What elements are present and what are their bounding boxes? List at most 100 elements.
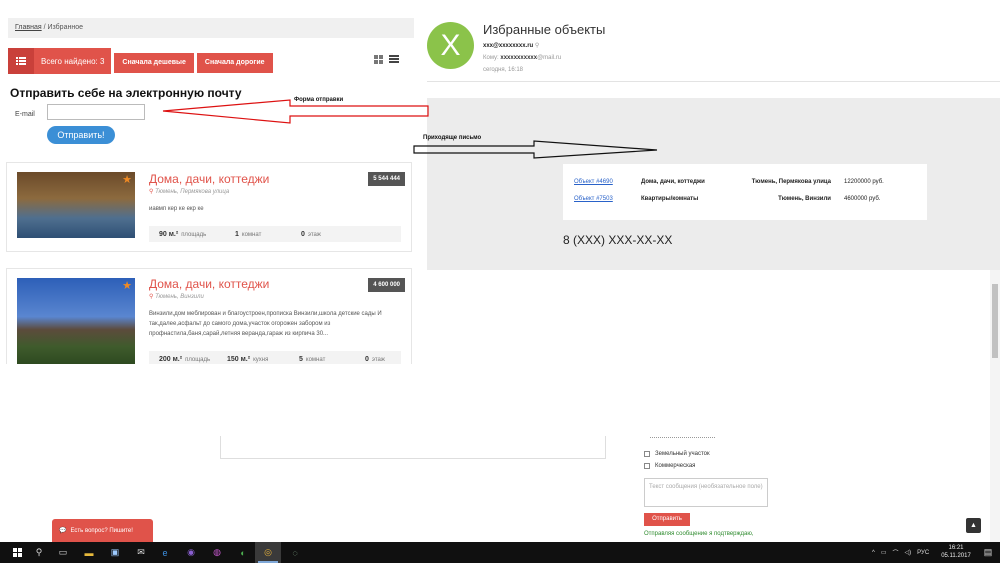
divider [605,436,606,458]
location-pin-icon: ⚲ [149,294,154,300]
incoming-annotation-label: Приходяще письмо [423,135,482,141]
object-link[interactable]: Объект #4690 [574,179,613,185]
mail-icon[interactable]: ✉ [128,542,154,563]
network-icon[interactable]: ▭ [881,549,887,556]
stat-label: площадь [181,231,207,238]
object-price: 4600000 руб. [844,196,881,202]
object-type: Квартиры/комнаты [641,196,699,202]
email-phone: 8 (XXX) XXX-XX-XX [563,233,673,247]
stat-label: этаж [307,231,321,238]
favorite-star-icon[interactable]: ★ [122,173,132,186]
checkbox-box[interactable] [644,463,650,469]
sort-cheap-button[interactable]: Сначала дешевые [114,53,194,73]
stat-value: 90 м.² [159,230,179,238]
breadcrumb: Главная / Избранное [8,18,414,38]
object-price: 12200000 руб. [844,179,884,185]
listing-card[interactable]: ★ Дома, дачи, коттеджи ⚲ Тюмень, Пермяко… [6,162,412,252]
email-from: xxx@xxxxxxxx.ru ⚲ [483,42,539,49]
listing-title[interactable]: Дома, дачи, коттеджи [149,277,269,291]
listing-card[interactable]: ★ Дома, дачи, коттеджи ⚲ Тюмень, Винзили… [6,268,412,364]
chevron-up-icon[interactable]: ^ [872,550,875,556]
favorite-star-icon[interactable]: ★ [122,279,132,292]
stat-area: 90 м.² площадь [159,231,235,238]
file-explorer-icon[interactable]: ▬ [76,542,102,563]
form-annotation-label: Форма отправки [294,97,344,103]
utorrent-icon[interactable]: ◐ [230,542,256,563]
app-icon[interactable]: ◌ [282,542,308,563]
language-indicator[interactable]: РУС [917,550,929,556]
stat-value: 150 м.² [227,355,251,363]
clock-time: 16:21 [948,545,964,551]
message-textarea[interactable]: Текст сообщения (необязательное поле) [644,478,768,507]
object-address: Тюмень, Винзили [778,196,831,202]
stat-floor: 0 этаж [365,356,385,363]
checkbox-box[interactable] [644,451,650,457]
table-row: Объект #7503 Квартиры/комнаты Тюмень, Ви… [563,196,927,208]
stat-value: 200 м.² [159,355,183,363]
messenger-icon[interactable]: ◍ [204,542,230,563]
taskbar-clock[interactable]: 16:21 05.11.2017 [938,544,974,560]
email-from-address[interactable]: xxx@xxxxxxxx.ru [483,43,533,49]
store-icon[interactable]: ▣ [102,542,128,563]
stat-label: комнат [305,356,326,363]
chat-bubble-icon: 💬 [59,528,67,534]
object-address: Тюмень, Пермякова улица [751,179,831,185]
submit-button[interactable]: Отправить [644,513,690,526]
checkbox-commercial[interactable]: Коммерческая [644,463,695,469]
view-switcher [374,55,399,64]
stat-value: 5 [299,355,303,363]
chrome-browser-icon[interactable]: ◎ [255,542,281,563]
form-arrow [162,99,429,124]
listing-location-text: Тюмень, Винзили [155,294,204,300]
listing-photo[interactable]: ★ [17,172,135,238]
volume-icon[interactable]: ◁) [905,549,912,556]
listing-title[interactable]: Дома, дачи, коттеджи [149,172,269,186]
listing-photo[interactable]: ★ [17,278,135,364]
chat-button-label: Есть вопрос? Пишите! [70,527,133,534]
stat-value: 0 [301,230,305,238]
stat-label: этаж [371,356,385,363]
listing-location: ⚲ Тюмень, Пермякова улица [149,188,229,195]
sort-toolbar: Всего найдено: 3 Сначала дешевые Сначала… [8,48,273,74]
scroll-top-button[interactable]: ▲ [966,518,981,533]
divider [220,458,606,459]
email-to: Кому: xxxxxxxxxxx@mail.ru [483,55,561,61]
email-label: E-mail [15,111,35,118]
send-email-button[interactable]: Отправить! [47,126,115,144]
sort-expensive-button[interactable]: Сначала дорогие [196,53,273,73]
stat-kitchen: 150 м.² кухня [227,356,299,363]
breadcrumb-home-link[interactable]: Главная [15,24,42,31]
sender-avatar: X [427,22,474,69]
scrollbar-thumb[interactable] [992,284,998,358]
email-input[interactable] [47,104,145,120]
list-view-icon[interactable] [389,55,399,64]
listing-description: Винзили,дом меблирован и благоустроен,пр… [149,311,382,337]
listing-price: 4 600 000 [368,278,405,292]
object-type: Дома, дачи, коттеджи [641,179,705,185]
chevron-up-icon: ▲ [970,522,977,529]
stat-rooms: 1 комнат [235,231,301,238]
notifications-icon[interactable]: ▤ [978,542,998,563]
location-pin-icon: ⚲ [149,189,154,195]
object-link[interactable]: Объект #7503 [574,196,613,202]
chat-button[interactable]: 💬 Есть вопрос? Пишите! [52,519,153,542]
checkbox-label: Земельный участок [655,451,710,457]
checkbox-land[interactable]: Земельный участок [644,451,710,457]
stat-label: площадь [185,356,211,363]
search-icon[interactable]: ⚲ [26,542,52,563]
system-tray: ^ ▭ ⌒ ◁) РУС [872,542,929,563]
task-view-icon[interactable]: ▭ [50,542,76,563]
edge-browser-icon[interactable]: e [152,542,178,563]
stat-label: кухня [253,356,269,363]
search-icon[interactable]: ⚲ [535,43,539,49]
stat-label: комнат [241,231,262,238]
viber-icon[interactable]: ◉ [178,542,204,563]
stat-value: 0 [365,355,369,363]
clock-date: 05.11.2017 [941,553,971,559]
found-count-label: Всего найдено: 3 [41,56,105,66]
consent-note: Отправляя сообщение я подтверждаю, [644,531,754,537]
listing-stats: 90 м.² площадь 1 комнат 0 этаж [149,226,401,242]
grid-view-icon[interactable] [374,55,383,64]
stat-floor: 0 этаж [301,231,321,238]
wifi-icon[interactable]: ⌒ [893,548,899,557]
